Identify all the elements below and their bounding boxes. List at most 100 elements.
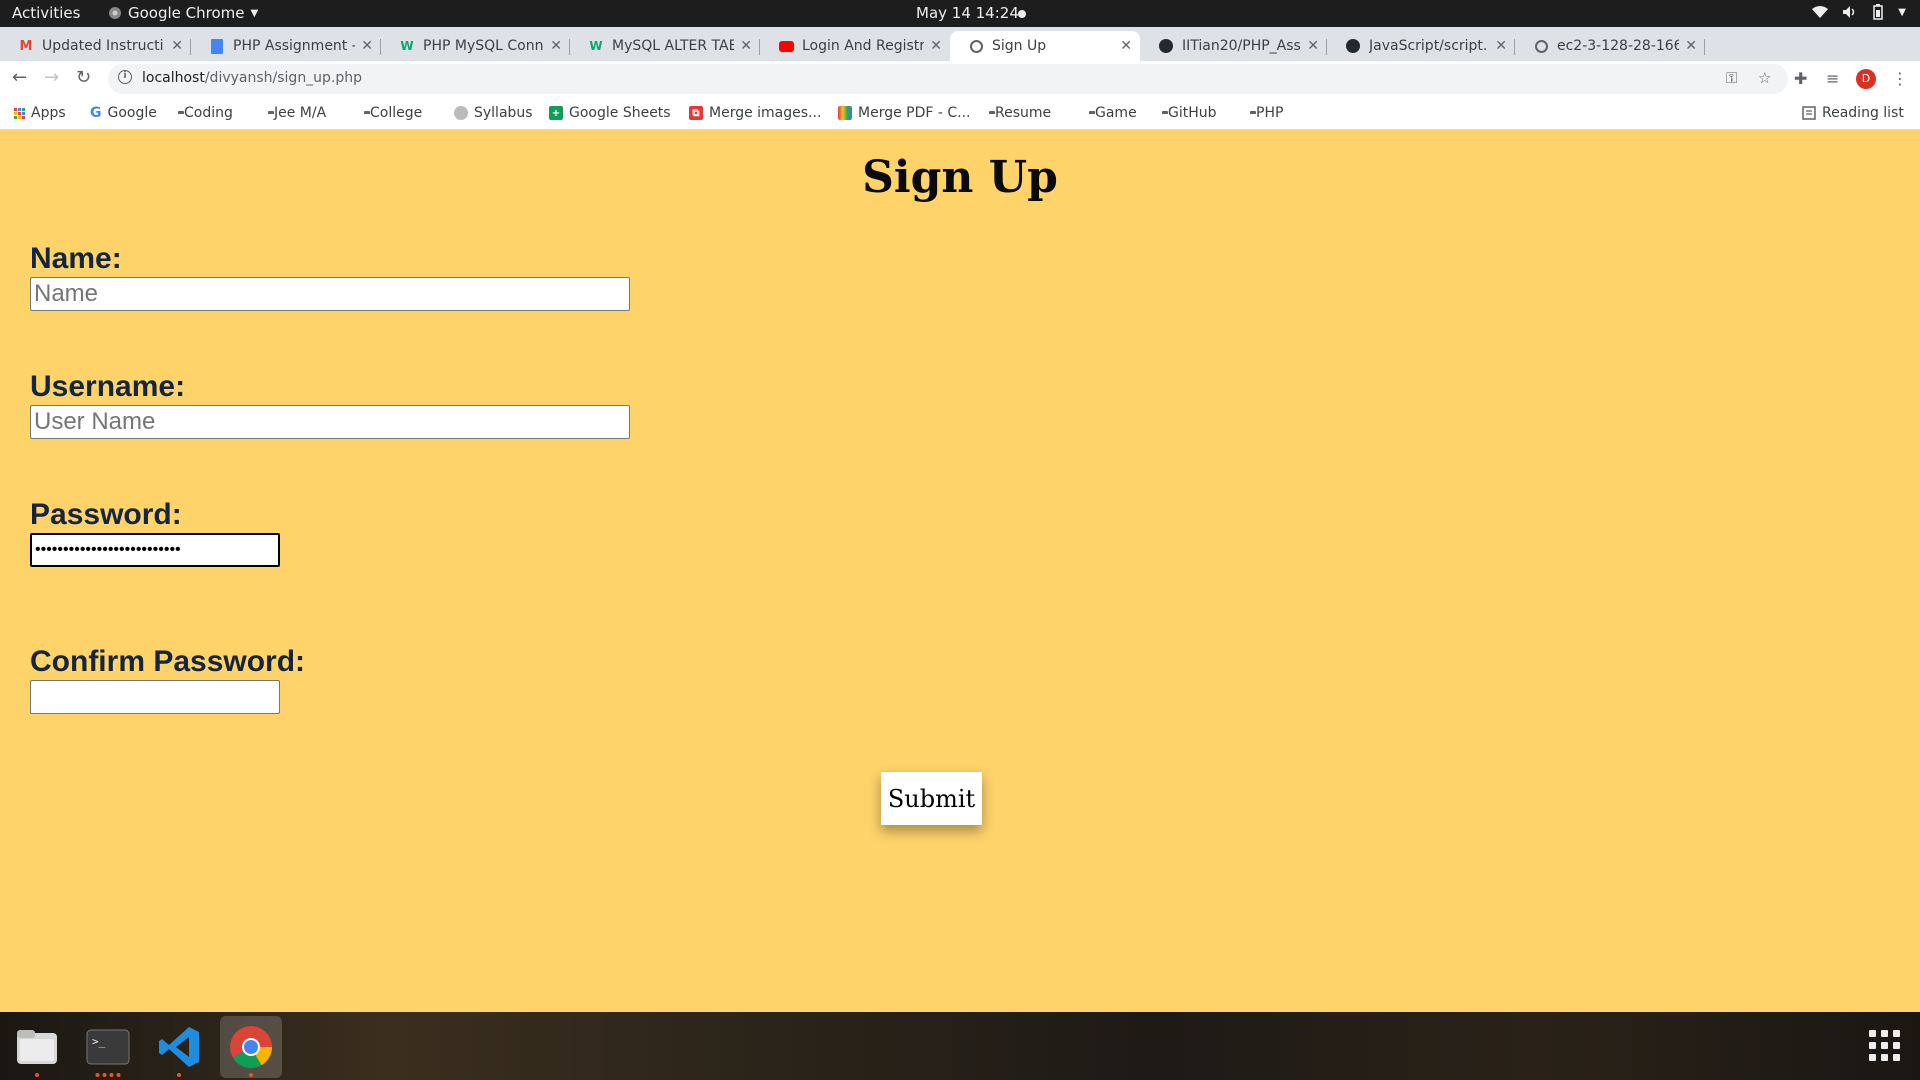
back-icon[interactable]: ← [12, 67, 27, 88]
bookmark-label: Merge images... [709, 105, 822, 121]
tab-title: MySQL ALTER TAB [612, 38, 735, 54]
bookmark-college[interactable]: College [364, 105, 422, 121]
tab-title: ec2-3-128-28-166.u [1557, 38, 1680, 54]
w3schools-icon: W [400, 39, 414, 53]
tab[interactable]: W PHP MySQL Conn ✕ [381, 31, 570, 61]
globe-icon [1533, 38, 1549, 54]
chrome-small-icon [109, 7, 121, 19]
tab[interactable]: M Updated Instructi ✕ [0, 31, 191, 61]
bookmark-coding[interactable]: Coding [178, 105, 233, 121]
menu-kebab-icon[interactable]: ⋮ [1892, 69, 1908, 88]
volume-icon [1843, 6, 1855, 18]
url-text[interactable]: localhost/divyansh/sign_up.php [142, 70, 362, 86]
confirm-password-input[interactable] [30, 680, 280, 714]
tab-title: PHP MySQL Conn [423, 38, 544, 54]
chrome-icon [230, 1026, 272, 1069]
browser-toolbar: ← → ↻ i localhost/divyansh/sign_up.php ⚿… [0, 61, 1920, 97]
chrome-app[interactable] [220, 1016, 282, 1078]
bookmark-label: Jee M/A [274, 105, 327, 121]
name-input[interactable] [30, 277, 630, 311]
caret-down-icon: ▼ [250, 7, 259, 19]
tab-title: Sign Up [992, 38, 1047, 54]
tab-title: Updated Instructi [42, 38, 164, 54]
bookmark-label: Coding [184, 105, 233, 121]
key-icon[interactable]: ⚿ [1726, 69, 1737, 87]
username-input[interactable] [30, 405, 630, 439]
bookmark-php[interactable]: PHP [1250, 105, 1283, 121]
google-icon: G [90, 105, 102, 121]
bookmark-merge-images[interactable]: ⧉ Merge images... [689, 105, 821, 121]
github-icon [1345, 38, 1361, 54]
youtube-icon [778, 38, 794, 54]
tab[interactable]: ec2-3-128-28-166.u ✕ [1515, 31, 1705, 61]
tab-close-icon[interactable]: ✕ [1685, 38, 1697, 54]
terminal-icon: >_ [86, 1029, 130, 1065]
site-info-icon[interactable]: i [118, 70, 132, 84]
password-label: Password: [30, 498, 182, 531]
bookmark-jee-m-a[interactable]: Jee M/A [268, 105, 326, 121]
svg-text:>_: >_ [92, 1035, 106, 1048]
tab-title: JavaScript/script. [1369, 38, 1488, 54]
username-label: Username: [30, 370, 186, 403]
bookmark-google-sheets[interactable]: + Google Sheets [549, 105, 671, 121]
tab-close-icon[interactable]: ✕ [1495, 38, 1507, 54]
site-favicon-icon [838, 106, 852, 120]
bookmark-star-icon[interactable]: ☆ [1758, 69, 1771, 87]
tab-close-icon[interactable]: ✕ [1307, 38, 1319, 54]
tab[interactable]: JavaScript/script. ✕ [1327, 31, 1515, 61]
show-apps-icon[interactable] [1869, 1030, 1900, 1061]
reload-icon[interactable]: ↻ [76, 67, 91, 88]
tab-close-icon[interactable]: ✕ [171, 38, 183, 54]
tab-active[interactable]: Sign Up ✕ [950, 31, 1140, 61]
bookmark-syllabus[interactable]: Syllabus [454, 105, 533, 121]
tab[interactable]: Login And Registr ✕ [760, 31, 950, 61]
reading-list-label: Reading list [1822, 105, 1904, 121]
submit-button[interactable]: Submit [881, 772, 982, 825]
files-app[interactable] [6, 1016, 68, 1078]
bookmark-resume[interactable]: Resume [989, 105, 1051, 121]
app-menu[interactable]: Google Chrome ▼ [108, 4, 258, 22]
w3schools-icon: W [589, 39, 603, 53]
bookmark-google[interactable]: G Google [90, 105, 157, 121]
forward-icon[interactable]: → [44, 67, 59, 88]
tab-close-icon[interactable]: ✕ [361, 38, 373, 54]
bookmark-label: Game [1095, 105, 1137, 121]
notification-dot [1018, 10, 1026, 18]
taskbar-dock: >_ [0, 1012, 1920, 1080]
clock[interactable]: May 14 14:24 [916, 4, 1019, 22]
tab-close-icon[interactable]: ✕ [930, 38, 942, 54]
github-icon [1158, 38, 1174, 54]
page-content: Sign Up Name: Username: Password: ••••••… [0, 130, 1920, 1012]
extensions-icon[interactable]: ✚ [1794, 69, 1807, 88]
tab[interactable]: PHP Assignment - ✕ [191, 31, 381, 61]
bookmark-github[interactable]: GitHub [1162, 105, 1217, 121]
bookmark-label: Google Sheets [569, 105, 671, 121]
bookmark-label: PHP [1256, 105, 1284, 121]
bookmark-merge-pdf-c[interactable]: Merge PDF - C... [838, 105, 971, 121]
name-label: Name: [30, 242, 122, 275]
tab[interactable]: IITian20/PHP_Ass ✕ [1140, 31, 1327, 61]
terminal-app[interactable]: >_ [77, 1016, 139, 1078]
tab[interactable]: W MySQL ALTER TAB ✕ [570, 31, 760, 61]
tab-close-icon[interactable]: ✕ [740, 38, 752, 54]
address-bar[interactable]: i localhost/divyansh/sign_up.php ⚿ ☆ [108, 64, 1788, 94]
wifi-icon [1812, 6, 1829, 18]
bookmark-apps[interactable]: Apps [14, 105, 66, 121]
globe-icon [968, 38, 984, 54]
profile-avatar[interactable]: D [1856, 69, 1876, 89]
tab-title: Login And Registr [802, 38, 925, 54]
gmail-icon: M [19, 38, 33, 54]
activities-button[interactable]: Activities [12, 4, 80, 22]
system-tray[interactable]: ▼ [1812, 4, 1906, 20]
app-name: Google Chrome [128, 4, 245, 22]
tab-close-icon[interactable]: ✕ [550, 38, 562, 54]
media-control-icon[interactable]: ≡ [1826, 69, 1839, 88]
reading-list-button[interactable]: Reading list [1802, 105, 1904, 121]
sheets-icon: + [549, 106, 563, 120]
password-input[interactable]: •••••••••••••••••••••••••• [30, 533, 280, 567]
site-favicon-icon [454, 106, 468, 120]
tab-strip: M Updated Instructi ✕ PHP Assignment - ✕ W PHP… [0, 27, 1920, 80]
tab-close-icon[interactable]: ✕ [1120, 38, 1132, 54]
vscode-app[interactable] [148, 1016, 210, 1078]
bookmark-game[interactable]: Game [1089, 105, 1137, 121]
